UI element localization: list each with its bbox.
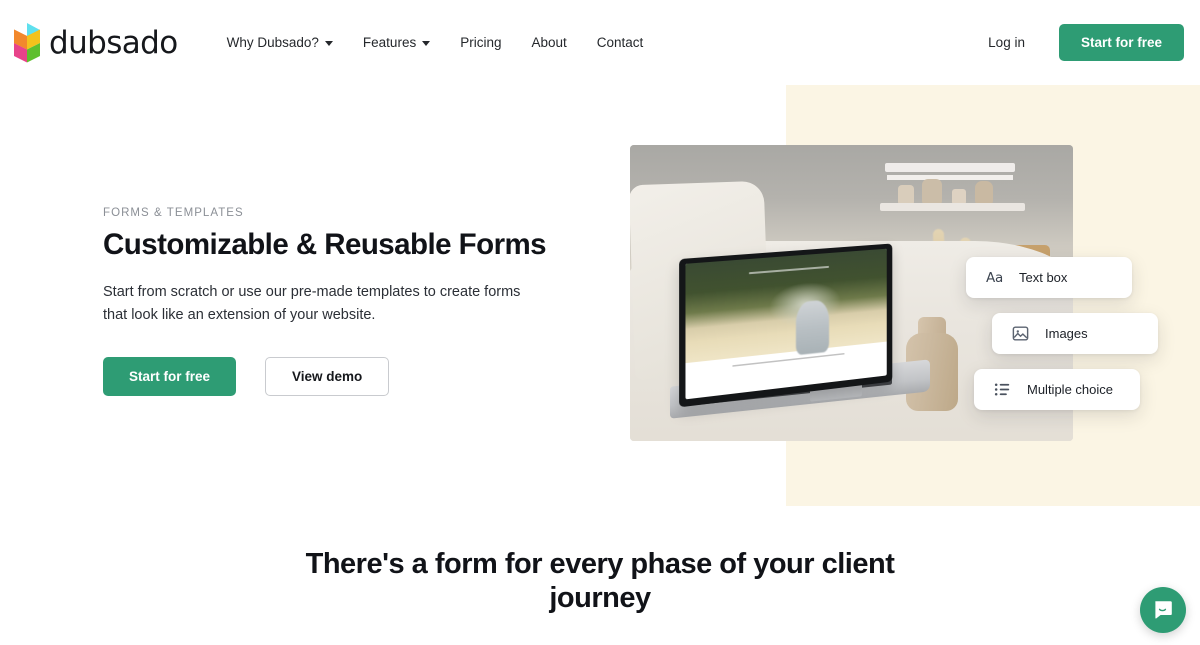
site-header: dubsado Why Dubsado? Features Pricing Ab… — [0, 0, 1200, 85]
header-start-for-free-button[interactable]: Start for free — [1058, 24, 1184, 61]
brand-wordmark: dubsado — [49, 25, 178, 61]
hero-copy: FORMS & TEMPLATES Customizable & Reusabl… — [103, 207, 573, 396]
nav-label: Contact — [596, 35, 644, 50]
nav-label: Why Dubsado? — [226, 35, 319, 50]
text-box-icon: Aa — [986, 269, 1003, 286]
nav-label: Pricing — [460, 35, 502, 50]
image-icon — [1010, 323, 1031, 344]
nav-label: Features — [362, 35, 417, 50]
page-root: dubsado Why Dubsado? Features Pricing Ab… — [0, 0, 1200, 645]
hero-actions: Start for free View demo — [103, 356, 573, 396]
nav-item-pricing[interactable]: Pricing — [445, 27, 516, 58]
section-title: There's a form for every phase of your c… — [305, 548, 895, 614]
primary-navigation: Why Dubsado? Features Pricing About Cont… — [212, 27, 659, 58]
nav-item-why-dubsado[interactable]: Why Dubsado? — [212, 27, 348, 58]
hero-eyebrow: FORMS & TEMPLATES — [103, 207, 244, 219]
hero-view-demo-button[interactable]: View demo — [265, 356, 390, 396]
hero-section: Aa Text box Images Multiple choice FORMS… — [0, 81, 1200, 515]
chevron-down-icon — [422, 41, 431, 46]
chat-bubble-icon — [1155, 601, 1172, 619]
nav-label: About — [531, 35, 567, 50]
feature-card-text-box[interactable]: Aa Text box — [966, 257, 1132, 298]
chat-launcher-button[interactable] — [1140, 587, 1186, 633]
hero-start-for-free-button[interactable]: Start for free — [103, 356, 237, 396]
feature-card-label: Images — [1045, 326, 1088, 341]
section-heading-block: There's a form for every phase of your c… — [0, 548, 1200, 616]
login-link[interactable]: Log in — [970, 27, 1043, 58]
dubsado-cube-logo-icon — [14, 22, 40, 62]
nav-item-about[interactable]: About — [516, 27, 581, 58]
feature-card-multiple-choice[interactable]: Multiple choice — [974, 369, 1140, 410]
header-actions: Log in Start for free — [970, 24, 1184, 61]
feature-card-label: Text box — [1019, 270, 1068, 285]
brand-logo-link[interactable]: dubsado — [14, 22, 178, 63]
feature-card-label: Multiple choice — [1027, 382, 1113, 397]
page-title: Customizable & Reusable Forms — [103, 228, 547, 261]
list-bullet-icon — [992, 379, 1013, 400]
nav-item-features[interactable]: Features — [348, 27, 445, 58]
feature-card-images[interactable]: Images — [992, 313, 1158, 354]
hero-subtitle: Start from scratch or use our pre-made t… — [103, 284, 521, 324]
chevron-down-icon — [324, 41, 333, 46]
nav-item-contact[interactable]: Contact — [582, 27, 659, 58]
